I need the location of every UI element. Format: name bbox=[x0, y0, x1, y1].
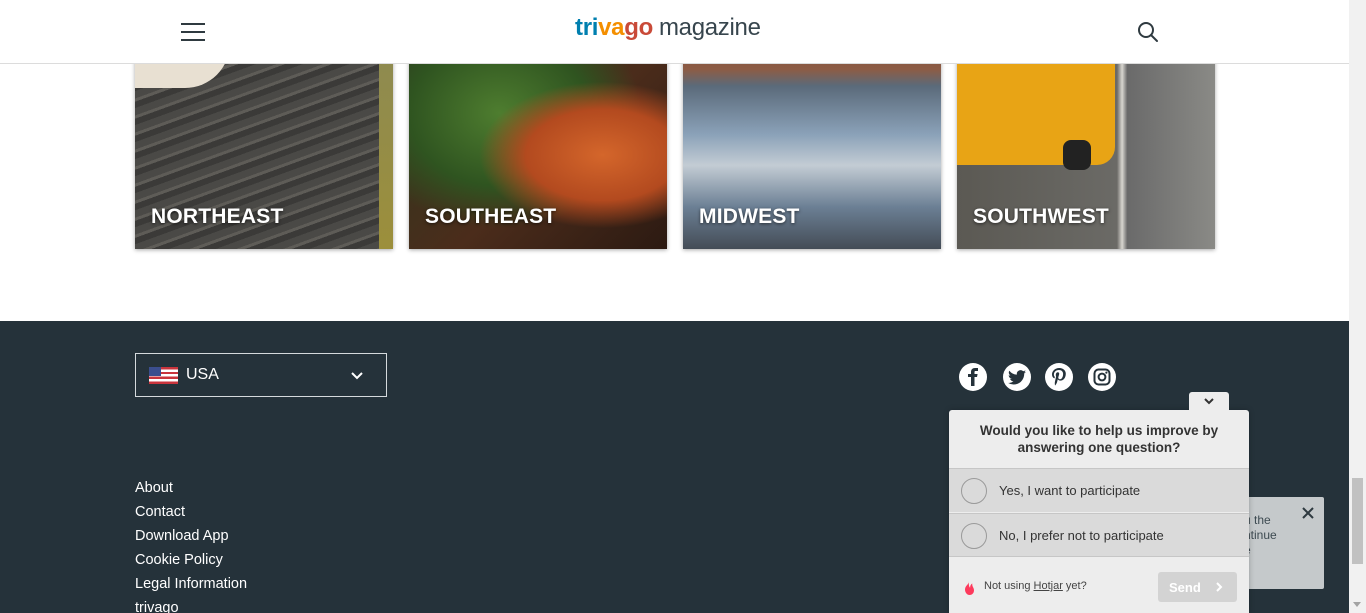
footer-link-about[interactable]: About bbox=[135, 476, 247, 500]
footer-link-download-app[interactable]: Download App bbox=[135, 524, 247, 548]
logo-text-magazine: magazine bbox=[658, 14, 761, 41]
footer-link-contact[interactable]: Contact bbox=[135, 500, 247, 524]
facebook-icon[interactable] bbox=[959, 363, 987, 391]
hotjar-promo-prefix: Not using bbox=[984, 580, 1034, 592]
region-card-southeast[interactable]: SOUTHEAST bbox=[409, 40, 667, 249]
hotjar-promo-text: Not using Hotjar yet? bbox=[984, 580, 1087, 592]
pinterest-icon[interactable] bbox=[1045, 363, 1073, 391]
hamburger-menu-icon[interactable] bbox=[181, 22, 205, 42]
survey-option-label: Yes, I want to participate bbox=[999, 483, 1141, 498]
survey-footer: Not using Hotjar yet? Send bbox=[949, 559, 1249, 613]
region-card-northeast[interactable]: NORTHEAST bbox=[135, 40, 393, 249]
radio-button[interactable] bbox=[961, 478, 987, 504]
survey-minimize-button[interactable] bbox=[1189, 392, 1229, 411]
survey-option-label: No, I prefer not to participate bbox=[999, 528, 1164, 543]
site-header: tri va go magazine bbox=[0, 0, 1349, 64]
hotjar-link[interactable]: Hotjar bbox=[1034, 580, 1063, 592]
logo-text-tri: tri bbox=[575, 14, 599, 41]
hotjar-promo-suffix: yet? bbox=[1062, 580, 1087, 592]
hotjar-flame-icon bbox=[965, 581, 974, 595]
instagram-icon[interactable] bbox=[1088, 363, 1116, 391]
country-select-value: USA bbox=[186, 366, 219, 383]
region-card-midwest[interactable]: MIDWEST bbox=[683, 40, 941, 249]
page-scrollbar[interactable] bbox=[1349, 0, 1366, 613]
region-card-southwest[interactable]: SOUTHWEST bbox=[957, 40, 1215, 249]
survey-option-yes[interactable]: Yes, I want to participate bbox=[949, 468, 1249, 512]
search-icon[interactable] bbox=[1137, 21, 1159, 43]
trivago-magazine-logo[interactable]: tri va go magazine bbox=[575, 14, 761, 46]
region-card-label: MIDWEST bbox=[699, 205, 800, 228]
feedback-survey: Would you like to help us improve by ans… bbox=[949, 410, 1249, 613]
footer-link-cookie-policy[interactable]: Cookie Policy bbox=[135, 548, 247, 572]
region-card-label: NORTHEAST bbox=[151, 205, 284, 228]
send-button[interactable]: Send bbox=[1158, 572, 1237, 602]
send-button-label: Send bbox=[1169, 580, 1201, 595]
scrollbar-thumb[interactable] bbox=[1352, 478, 1363, 564]
region-card-label: SOUTHEAST bbox=[425, 205, 557, 228]
footer-link-trivago[interactable]: trivago bbox=[135, 596, 247, 613]
survey-option-no[interactable]: No, I prefer not to participate bbox=[949, 513, 1249, 557]
radio-button[interactable] bbox=[961, 523, 987, 549]
us-flag-icon bbox=[149, 366, 178, 384]
region-card-label: SOUTHWEST bbox=[973, 205, 1109, 228]
footer-link-legal-information[interactable]: Legal Information bbox=[135, 572, 247, 596]
close-icon[interactable] bbox=[1301, 506, 1315, 520]
page: NORTHEAST SOUTHEAST MIDWEST SOUTHWEST tr… bbox=[0, 0, 1366, 613]
survey-question: Would you like to help us improve by ans… bbox=[979, 423, 1219, 455]
country-select[interactable]: USA bbox=[135, 353, 387, 397]
scroll-down-arrow-icon[interactable] bbox=[1353, 602, 1361, 607]
logo-text-go: go bbox=[624, 14, 653, 41]
twitter-icon[interactable] bbox=[1003, 363, 1031, 391]
chevron-down-icon bbox=[1204, 398, 1214, 405]
chevron-right-icon bbox=[1216, 582, 1223, 592]
chevron-down-icon bbox=[351, 372, 363, 380]
logo-text-va: va bbox=[598, 14, 625, 41]
footer-links: About Contact Download App Cookie Policy… bbox=[135, 476, 247, 613]
